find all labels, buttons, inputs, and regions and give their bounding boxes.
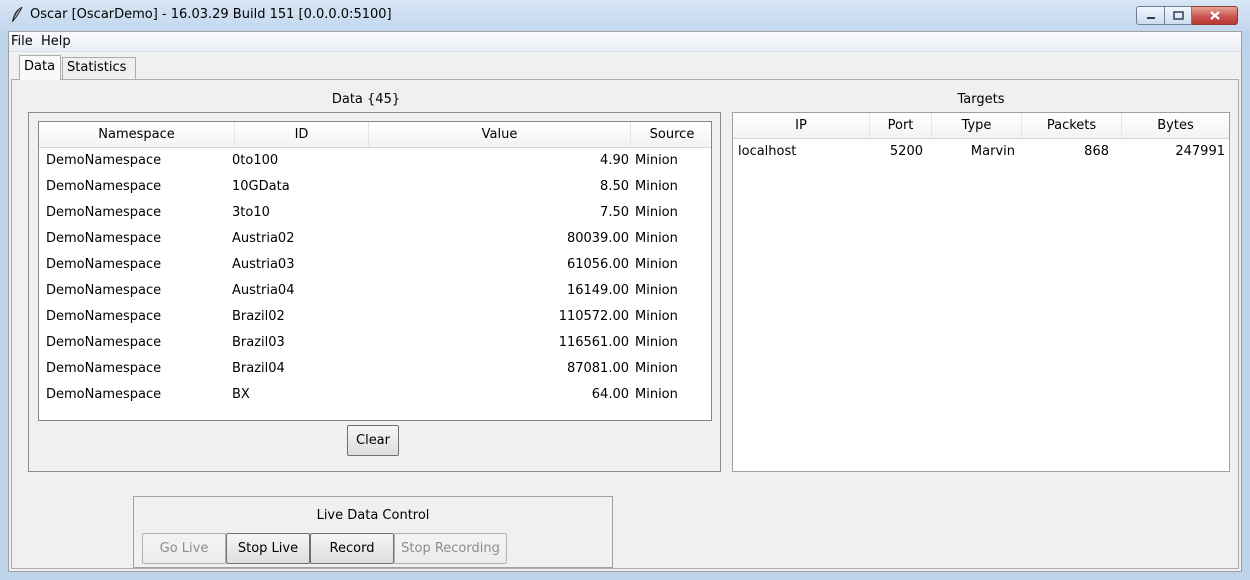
- cell-id: 10GData: [232, 179, 290, 194]
- cell-value: 7.50: [600, 205, 629, 220]
- cell-namespace: DemoNamespace: [46, 231, 162, 246]
- tab-statistics[interactable]: Statistics: [62, 57, 136, 79]
- table-row[interactable]: DemoNamespace Austria02 80039.00 Minion: [39, 226, 711, 252]
- cell-id: 3to10: [232, 205, 270, 220]
- menu-bar: File Help: [9, 32, 1241, 52]
- cell-source: Minion: [635, 283, 678, 298]
- cell-bytes: 247991: [1175, 144, 1225, 159]
- data-list[interactable]: Namespace ID Value Source DemoNamespace 0…: [38, 121, 712, 421]
- table-row[interactable]: DemoNamespace 10GData 8.50 Minion: [39, 174, 711, 200]
- window-controls: [1136, 6, 1238, 27]
- menu-help[interactable]: Help: [41, 34, 71, 49]
- table-row[interactable]: DemoNamespace BX 64.00 Minion: [39, 382, 711, 408]
- column-id[interactable]: ID: [235, 122, 369, 147]
- cell-namespace: DemoNamespace: [46, 283, 162, 298]
- column-port[interactable]: Port: [870, 113, 932, 138]
- column-source[interactable]: Source: [631, 122, 711, 147]
- client-area: File Help Data Statistics Data {45} Name…: [8, 31, 1242, 572]
- cell-source: Minion: [635, 309, 678, 324]
- cell-id: Austria04: [232, 283, 295, 298]
- table-row[interactable]: DemoNamespace Brazil04 87081.00 Minion: [39, 356, 711, 382]
- data-frame: Namespace ID Value Source DemoNamespace 0…: [28, 112, 721, 472]
- table-row[interactable]: DemoNamespace Austria04 16149.00 Minion: [39, 278, 711, 304]
- cell-source: Minion: [635, 335, 678, 350]
- cell-source: Minion: [635, 153, 678, 168]
- cell-value: 87081.00: [566, 361, 629, 376]
- cell-id: BX: [232, 387, 250, 402]
- cell-id: 0to100: [232, 153, 279, 168]
- maximize-button[interactable]: [1165, 6, 1192, 25]
- data-list-header: Namespace ID Value Source: [39, 122, 711, 148]
- stop-recording-button[interactable]: Stop Recording: [394, 533, 507, 564]
- cell-source: Minion: [635, 257, 678, 272]
- cell-value: 4.90: [600, 153, 629, 168]
- table-row[interactable]: DemoNamespace Brazil02 110572.00 Minion: [39, 304, 711, 330]
- close-icon: [1209, 11, 1220, 20]
- column-ip[interactable]: IP: [733, 113, 870, 138]
- cell-value: 61056.00: [566, 257, 629, 272]
- cell-namespace: DemoNamespace: [46, 153, 162, 168]
- cell-value: 64.00: [591, 387, 629, 402]
- cell-namespace: DemoNamespace: [46, 361, 162, 376]
- cell-source: Minion: [635, 387, 678, 402]
- cell-namespace: DemoNamespace: [46, 205, 162, 220]
- cell-namespace: DemoNamespace: [46, 335, 162, 350]
- window-title: Oscar [OscarDemo] - 16.03.29 Build 151 […: [30, 7, 392, 22]
- column-bytes[interactable]: Bytes: [1122, 113, 1229, 138]
- table-row[interactable]: DemoNamespace Austria03 61056.00 Minion: [39, 252, 711, 278]
- menu-file[interactable]: File: [11, 34, 33, 49]
- go-live-button[interactable]: Go Live: [142, 533, 226, 564]
- tab-data[interactable]: Data: [19, 55, 61, 80]
- maximize-icon: [1172, 11, 1184, 20]
- cell-ip: localhost: [738, 144, 797, 159]
- cell-namespace: DemoNamespace: [46, 387, 162, 402]
- cell-type: Marvin: [970, 144, 1015, 159]
- cell-packets: 868: [1084, 144, 1109, 159]
- table-row[interactable]: localhost 5200 Marvin 868 247991: [733, 139, 1229, 165]
- cell-id: Austria03: [232, 257, 295, 272]
- live-data-control-caption: Live Data Control: [316, 508, 430, 523]
- data-caption: Data {45}: [331, 92, 401, 107]
- column-packets[interactable]: Packets: [1022, 113, 1122, 138]
- cell-value: 110572.00: [558, 309, 629, 324]
- cell-source: Minion: [635, 231, 678, 246]
- targets-frame: IP Port Type Packets Bytes localhost 5200…: [732, 112, 1230, 472]
- minimize-button[interactable]: [1136, 6, 1165, 25]
- cell-id: Brazil04: [232, 361, 285, 376]
- minimize-icon: [1146, 16, 1155, 19]
- targets-list[interactable]: IP Port Type Packets Bytes localhost 5200…: [733, 113, 1229, 471]
- record-button[interactable]: Record: [310, 533, 394, 564]
- cell-id: Brazil03: [232, 335, 285, 350]
- stop-live-button[interactable]: Stop Live: [226, 533, 310, 564]
- app-window: Oscar [OscarDemo] - 16.03.29 Build 151 […: [0, 0, 1250, 580]
- live-data-control-frame: Live Data Control Go Live Stop Live Reco…: [133, 496, 613, 568]
- cell-namespace: DemoNamespace: [46, 309, 162, 324]
- table-row[interactable]: DemoNamespace 3to10 7.50 Minion: [39, 200, 711, 226]
- column-type[interactable]: Type: [932, 113, 1022, 138]
- cell-value: 8.50: [600, 179, 629, 194]
- feather-icon: [12, 6, 23, 22]
- cell-source: Minion: [635, 361, 678, 376]
- cell-value: 80039.00: [566, 231, 629, 246]
- clear-button[interactable]: Clear: [347, 425, 399, 456]
- cell-value: 16149.00: [566, 283, 629, 298]
- cell-value: 116561.00: [558, 335, 629, 350]
- cell-source: Minion: [635, 179, 678, 194]
- cell-source: Minion: [635, 205, 678, 220]
- cell-namespace: DemoNamespace: [46, 179, 162, 194]
- column-value[interactable]: Value: [369, 122, 631, 147]
- title-bar[interactable]: Oscar [OscarDemo] - 16.03.29 Build 151 […: [0, 0, 1250, 31]
- targets-caption: Targets: [957, 92, 1005, 107]
- targets-list-header: IP Port Type Packets Bytes: [733, 113, 1229, 139]
- table-row[interactable]: DemoNamespace Brazil03 116561.00 Minion: [39, 330, 711, 356]
- table-row[interactable]: DemoNamespace 0to100 4.90 Minion: [39, 148, 711, 174]
- close-button[interactable]: [1192, 6, 1238, 25]
- cell-port: 5200: [889, 144, 923, 159]
- column-namespace[interactable]: Namespace: [39, 122, 235, 147]
- data-tab-page: Data {45} Namespace ID Value Source Demo…: [11, 79, 1239, 569]
- cell-namespace: DemoNamespace: [46, 257, 162, 272]
- cell-id: Brazil02: [232, 309, 285, 324]
- cell-id: Austria02: [232, 231, 295, 246]
